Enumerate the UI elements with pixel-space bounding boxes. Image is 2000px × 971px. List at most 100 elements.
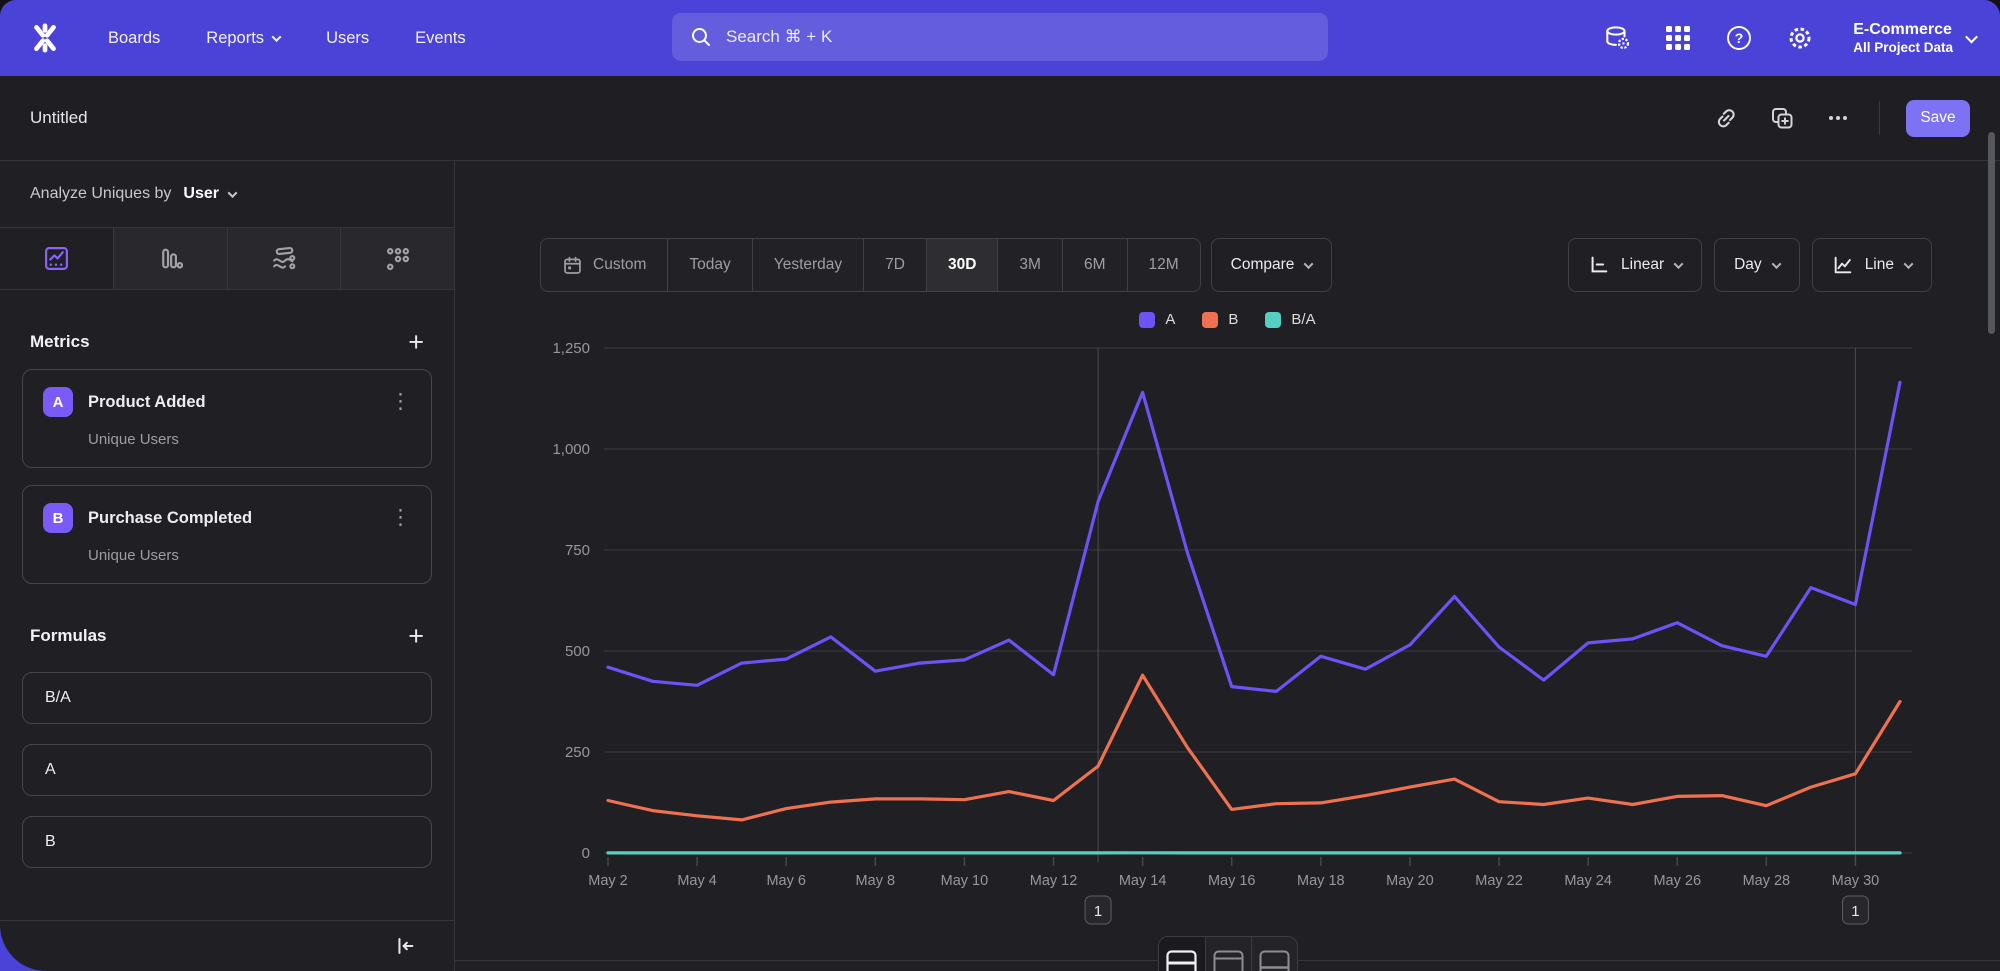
chart-legend: A B B/A	[455, 311, 2000, 328]
metric-menu-icon[interactable]: ⋮	[390, 511, 411, 525]
report-title[interactable]: Untitled	[30, 108, 88, 128]
date-range-custom[interactable]: Custom	[541, 239, 667, 291]
layout-toggle-split-view[interactable]	[1159, 937, 1205, 971]
date-range-7d[interactable]: 7D	[863, 239, 926, 291]
apps-grid-icon[interactable]	[1664, 24, 1692, 52]
scale-button[interactable]: Linear	[1568, 238, 1702, 292]
help-icon[interactable]: ?	[1725, 24, 1753, 52]
formula-card[interactable]: B	[22, 816, 432, 868]
layout-toggle-chart-top[interactable]	[1205, 937, 1251, 971]
svg-text:May 18: May 18	[1297, 873, 1345, 889]
chevron-down-icon	[1674, 259, 1684, 269]
workspace: Analyze Uniques by User	[0, 161, 2000, 971]
legend-swatch-b	[1202, 312, 1218, 328]
svg-text:0: 0	[582, 845, 590, 862]
settings-gear-icon[interactable]	[1786, 24, 1814, 52]
date-range-12m[interactable]: 12M	[1127, 239, 1200, 291]
nav-item-events[interactable]: Events	[415, 29, 465, 48]
svg-text:May 22: May 22	[1475, 873, 1523, 889]
nav-item-users[interactable]: Users	[326, 29, 369, 48]
analyze-by-value: User	[183, 185, 219, 203]
add-formula-button[interactable]: +	[408, 626, 424, 646]
svg-text:May 4: May 4	[677, 873, 717, 889]
svg-text:May 24: May 24	[1564, 873, 1612, 889]
add-metric-button[interactable]: +	[408, 332, 424, 352]
tab-insights[interactable]	[0, 228, 113, 289]
svg-text:May 28: May 28	[1743, 873, 1791, 889]
nav-item-boards[interactable]: Boards	[108, 29, 160, 48]
metric-name[interactable]: Product Added	[88, 393, 206, 412]
legend-label: B/A	[1291, 311, 1315, 328]
tab-retention[interactable]	[340, 228, 454, 289]
svg-text:May 10: May 10	[941, 873, 989, 889]
svg-text:May 14: May 14	[1119, 873, 1167, 889]
compare-button[interactable]: Compare	[1211, 238, 1333, 292]
mixpanel-logo[interactable]	[28, 21, 62, 55]
chart-controls: Custom Today Yesterday 7D 30D 3M 6M 12M …	[540, 238, 1932, 292]
metric-menu-icon[interactable]: ⋮	[390, 395, 411, 409]
vertical-scrollbar[interactable]	[1988, 132, 1995, 334]
layout-toggle-chart-bottom[interactable]	[1251, 937, 1297, 971]
chart-panel: Custom Today Yesterday 7D 30D 3M 6M 12M …	[455, 161, 2000, 971]
date-range-label: Custom	[593, 256, 646, 274]
project-scope: All Project Data	[1853, 40, 1953, 57]
formulas-heading: Formulas	[30, 626, 107, 646]
svg-text:1: 1	[1851, 903, 1859, 920]
nav-item-label: Events	[415, 29, 465, 48]
more-options-icon[interactable]	[1823, 103, 1853, 133]
metric-name[interactable]: Purchase Completed	[88, 509, 252, 528]
chevron-down-icon	[272, 32, 282, 42]
chart-type-button[interactable]: Line	[1812, 238, 1932, 292]
save-button[interactable]: Save	[1906, 100, 1970, 137]
svg-text:1,250: 1,250	[552, 340, 590, 357]
search-input[interactable]: Search ⌘ + K	[672, 13, 1328, 61]
analyze-by-label: Analyze Uniques by	[30, 185, 171, 203]
tab-funnels[interactable]	[113, 228, 227, 289]
chevron-down-icon	[228, 188, 238, 198]
insights-chart-icon	[43, 245, 70, 272]
data-management-icon[interactable]	[1603, 24, 1631, 52]
line-chart-icon	[1832, 254, 1854, 276]
copy-link-icon[interactable]	[1711, 103, 1741, 133]
legend-item-b-over-a[interactable]: B/A	[1265, 311, 1315, 328]
calendar-icon	[562, 255, 583, 276]
svg-text:250: 250	[565, 744, 590, 761]
top-navbar: Boards Reports Users Events Search ⌘ + K	[0, 0, 2000, 76]
metric-letter-badge: B	[43, 503, 73, 533]
metric-measure[interactable]: Unique Users	[88, 547, 411, 564]
metrics-heading: Metrics	[30, 332, 90, 352]
chevron-down-icon	[1304, 259, 1314, 269]
granularity-button[interactable]: Day	[1714, 238, 1800, 292]
nav-item-label: Users	[326, 29, 369, 48]
date-range-6m[interactable]: 6M	[1062, 239, 1127, 291]
legend-item-b[interactable]: B	[1202, 311, 1238, 328]
collapse-sidebar-icon[interactable]	[390, 931, 420, 961]
funnel-bars-icon	[157, 245, 184, 272]
formula-card[interactable]: A	[22, 744, 432, 796]
legend-item-a[interactable]: A	[1139, 311, 1175, 328]
date-range-3m[interactable]: 3M	[997, 239, 1062, 291]
formula-card[interactable]: B/A	[22, 672, 432, 724]
date-range-today[interactable]: Today	[667, 239, 751, 291]
nav-item-reports[interactable]: Reports	[206, 29, 280, 48]
legend-swatch-a	[1139, 312, 1155, 328]
date-range-control: Custom Today Yesterday 7D 30D 3M 6M 12M	[540, 238, 1201, 292]
analyze-by-row: Analyze Uniques by User	[0, 161, 454, 228]
metric-measure[interactable]: Unique Users	[88, 431, 411, 448]
project-switcher[interactable]: E-Commerce All Project Data	[1853, 20, 1976, 57]
date-range-30d[interactable]: 30D	[926, 239, 997, 291]
metric-card[interactable]: A Product Added ⋮ Unique Users	[22, 369, 432, 468]
tab-flows[interactable]	[227, 228, 341, 289]
search-placeholder: Search ⌘ + K	[726, 27, 832, 47]
svg-text:1,000: 1,000	[552, 441, 590, 458]
date-range-yesterday[interactable]: Yesterday	[752, 239, 863, 291]
formulas-section-header: Formulas +	[22, 626, 432, 646]
project-name: E-Commerce	[1853, 20, 1953, 40]
svg-text:May 6: May 6	[766, 873, 806, 889]
duplicate-icon[interactable]	[1767, 103, 1797, 133]
chevron-down-icon	[1771, 259, 1781, 269]
line-chart[interactable]: 02505007501,0001,250May 2May 4May 6May 8…	[540, 336, 1930, 936]
analyze-by-dropdown[interactable]: User	[183, 185, 236, 203]
metric-card[interactable]: B Purchase Completed ⋮ Unique Users	[22, 485, 432, 584]
chevron-down-icon	[1965, 30, 1978, 43]
